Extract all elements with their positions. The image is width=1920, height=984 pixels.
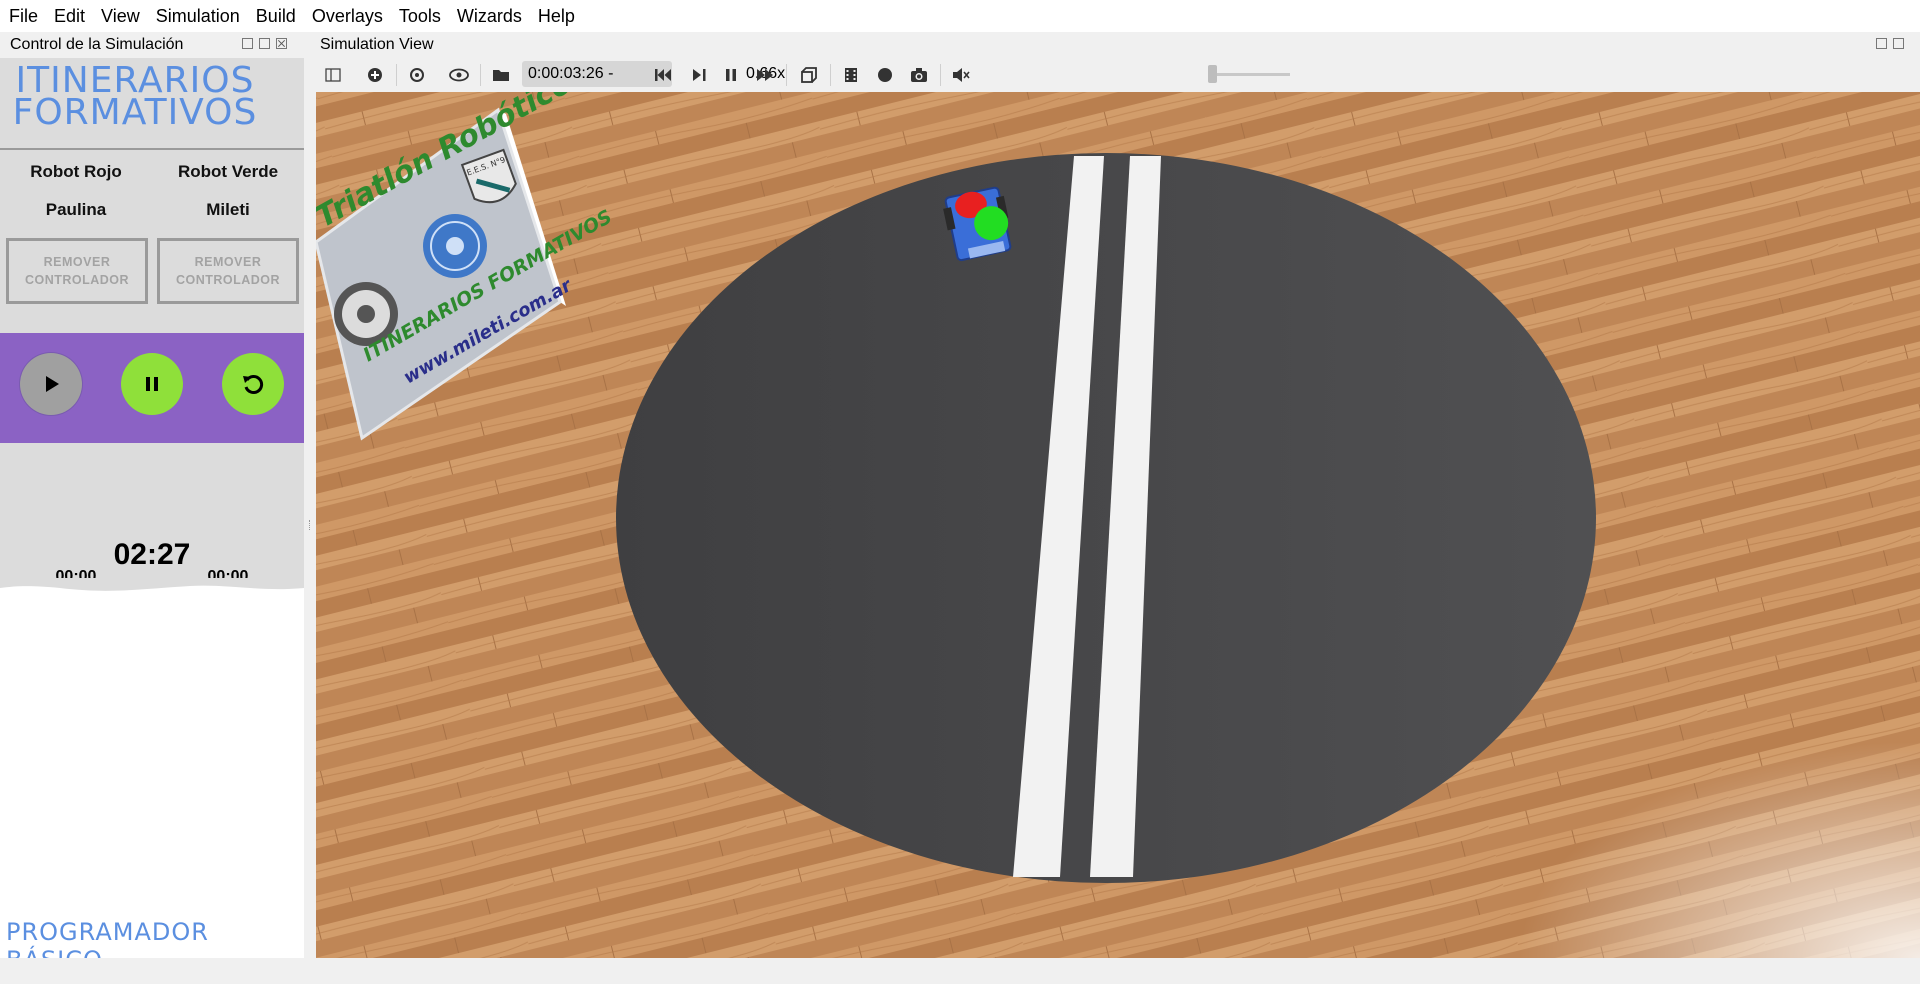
render-mode-icon[interactable]: [798, 64, 820, 86]
red-robot-controller-name: Paulina: [45, 200, 107, 219]
menu-wizards[interactable]: Wizards: [449, 0, 530, 32]
dock-restore-icon[interactable]: [1876, 38, 1887, 49]
simulation-toolbar: 0:00:03:26 - 0.66x: [316, 58, 1920, 92]
playback-controls: [0, 333, 304, 443]
menu-build[interactable]: Build: [248, 0, 304, 32]
volume-slider-track[interactable]: [1208, 73, 1290, 76]
view-rotate-icon[interactable]: [406, 64, 428, 86]
menu-tools[interactable]: Tools: [391, 0, 449, 32]
simulation-time: 0:00:03:26 -: [528, 65, 614, 82]
screenshot-icon[interactable]: [908, 64, 930, 86]
remove-red-controller-label: REMOVER CONTROLADOR: [24, 255, 130, 287]
pause-icon: [146, 377, 158, 391]
volume-slider-handle[interactable]: [1208, 65, 1217, 83]
dock-splitter[interactable]: [304, 58, 316, 958]
dock-float-icon[interactable]: [1893, 38, 1904, 49]
open-world-icon[interactable]: [490, 64, 512, 86]
simulation-control-panel: ITINERARIOS FORMATIVOS Robot Rojo Robot …: [0, 58, 304, 974]
menu-help[interactable]: Help: [530, 0, 583, 32]
add-object-icon[interactable]: [364, 64, 386, 86]
menu-view[interactable]: View: [93, 0, 148, 32]
record-icon[interactable]: [874, 64, 896, 86]
decorative-wave: [0, 578, 304, 591]
left-dock-buttons: [242, 38, 287, 49]
sim-dock-buttons: [1876, 38, 1904, 49]
status-bar: [0, 958, 1920, 984]
remove-green-controller-label: REMOVER CONTROLADOR: [175, 255, 281, 287]
pause-sim-icon[interactable]: [720, 64, 742, 86]
menu-simulation[interactable]: Simulation: [148, 0, 248, 32]
main-timer: 02:27: [113, 538, 191, 571]
play-button[interactable]: [20, 353, 82, 415]
logo: ITINERARIOS FORMATIVOS: [0, 58, 304, 150]
timer-section: 02:27: [0, 443, 304, 583]
dock-float-icon[interactable]: [259, 38, 270, 49]
pause-button[interactable]: [121, 353, 183, 415]
menu-overlays[interactable]: Overlays: [304, 0, 391, 32]
dock-restore-icon[interactable]: [242, 38, 253, 49]
volume-mute-icon[interactable]: [950, 64, 972, 86]
step-icon[interactable]: [688, 64, 710, 86]
play-icon: [46, 376, 59, 392]
movie-icon[interactable]: [840, 64, 862, 86]
fast-forward-icon[interactable]: [754, 64, 776, 86]
menu-bar: File Edit View Simulation Build Overlays…: [0, 0, 1920, 32]
reset-button[interactable]: [222, 353, 284, 415]
reset-icon: [243, 375, 264, 394]
remove-green-controller-button[interactable]: REMOVER CONTROLADOR: [157, 238, 299, 304]
menu-file[interactable]: File: [0, 0, 46, 32]
scene-canvas[interactable]: Triatlón Robótico E.E.S. N°9 ITINERARIOS…: [316, 92, 1920, 958]
toggle-scene-tree-icon[interactable]: [322, 64, 344, 86]
green-robot-controller-name: Mileti: [206, 200, 250, 219]
simulation-time-display: 0:00:03:26 -: [522, 61, 672, 87]
dock-close-icon[interactable]: [276, 38, 287, 49]
step-back-icon[interactable]: [652, 64, 674, 86]
simulation-3d-view[interactable]: Triatlón Robótico E.E.S. N°9 ITINERARIOS…: [316, 92, 1920, 958]
left-dock-title: Control de la Simulación: [10, 36, 184, 53]
green-robot-label: Robot Verde: [177, 162, 279, 181]
menu-edit[interactable]: Edit: [46, 0, 93, 32]
eye-icon[interactable]: [448, 64, 470, 86]
remove-red-controller-button[interactable]: REMOVER CONTROLADOR: [6, 238, 148, 304]
red-robot-label: Robot Rojo: [30, 162, 122, 181]
logo-line-2: FORMATIVOS: [12, 92, 258, 133]
sim-dock-title: Simulation View: [320, 36, 434, 53]
